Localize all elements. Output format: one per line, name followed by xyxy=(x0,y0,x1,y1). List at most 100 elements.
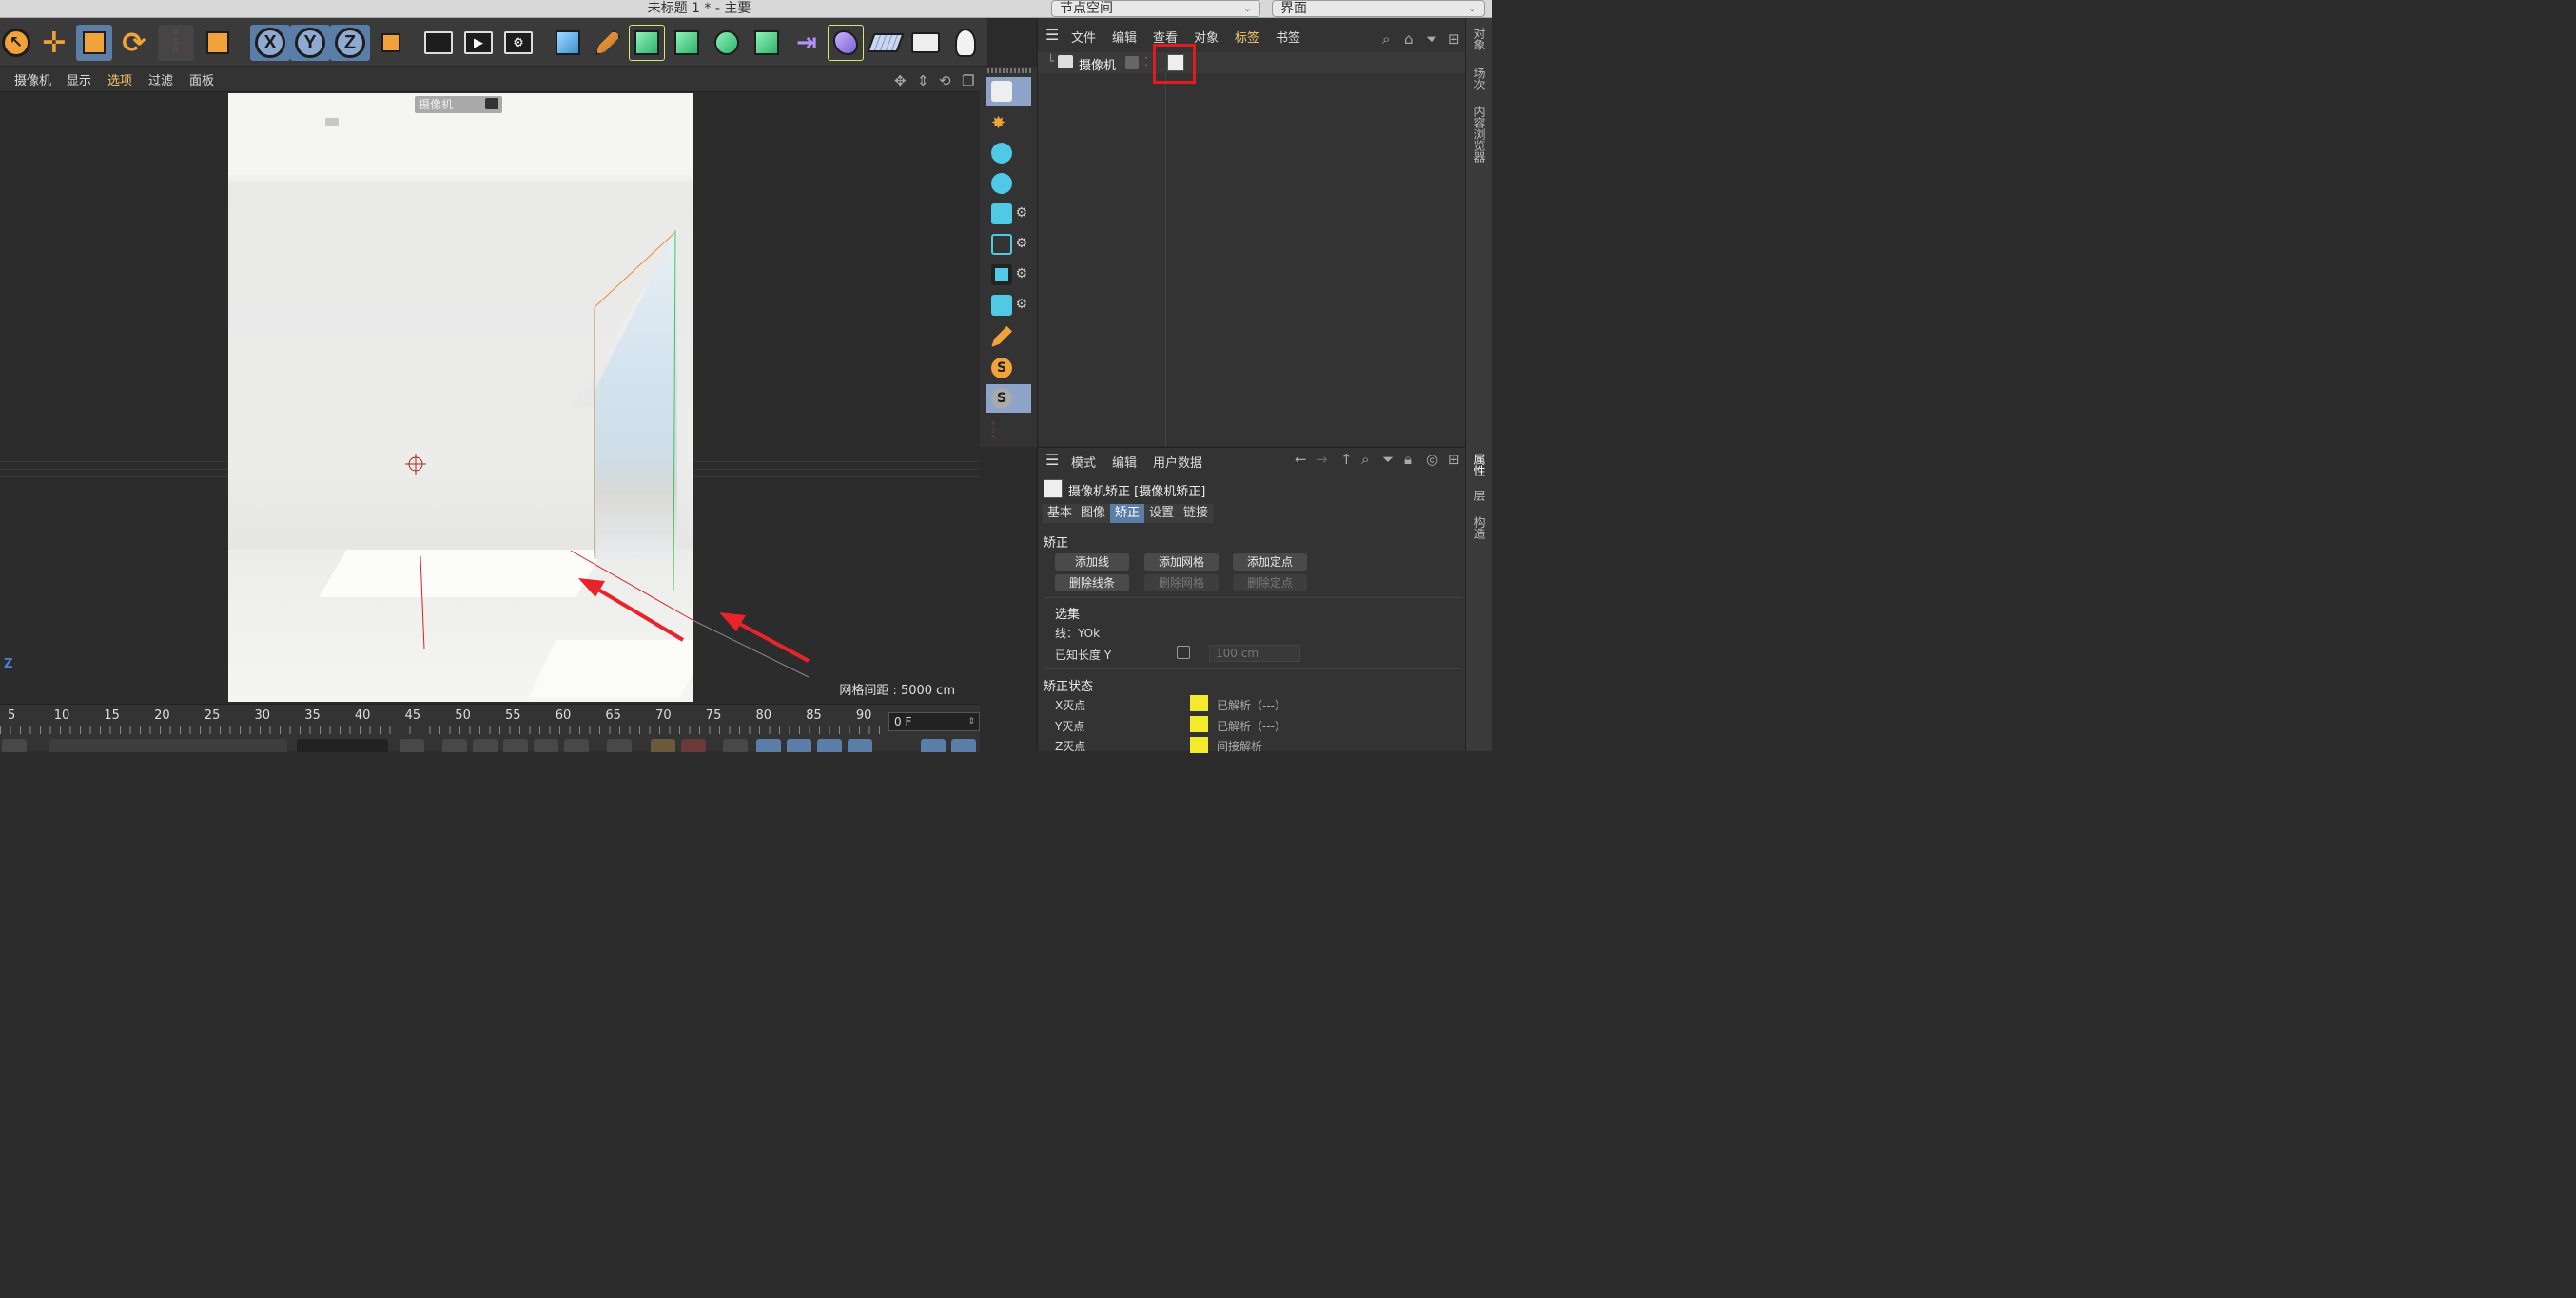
scale-tool-button[interactable] xyxy=(76,25,112,61)
edit-visibility-icon[interactable] xyxy=(1125,56,1139,69)
next-frame-button[interactable] xyxy=(534,739,558,752)
add-grid-button[interactable]: 添加网格 xyxy=(1144,553,1219,571)
edge-tab-layers[interactable]: 层 xyxy=(1472,490,1488,501)
known-length-checkbox[interactable] xyxy=(1177,646,1190,659)
vstrip-s-button[interactable]: S xyxy=(986,354,1031,382)
tab-basic[interactable]: 基本 xyxy=(1043,504,1078,523)
vstrip-symmetry-button[interactable]: ⚙ xyxy=(986,261,1031,289)
filter-icon[interactable]: ⏷ xyxy=(1426,30,1437,48)
search-icon[interactable]: ⌕ xyxy=(1382,30,1390,48)
range-start-field[interactable] xyxy=(2,739,27,752)
range-end-field[interactable] xyxy=(297,739,388,752)
render-picture-viewer-button[interactable]: ▶ xyxy=(460,25,497,61)
edge-tab-construction[interactable]: 构造 xyxy=(1472,516,1488,539)
om-menu-edit[interactable]: 编辑 xyxy=(1112,28,1137,46)
am-menu-edit[interactable]: 编辑 xyxy=(1112,453,1137,471)
hamburger-menu-icon[interactable]: ☰ xyxy=(1045,451,1059,469)
next-key-button[interactable] xyxy=(564,739,589,752)
edge-tab-attributes[interactable]: 属性 xyxy=(1472,454,1488,476)
menu-camera[interactable]: 摄像机 xyxy=(14,70,51,88)
floor-button[interactable] xyxy=(867,25,905,61)
vstrip-paint-button[interactable] xyxy=(986,322,1031,351)
delete-grid-button[interactable]: 删除网格 xyxy=(1144,574,1219,591)
edge-tab-content-browser[interactable]: 内容浏览器 xyxy=(1472,106,1488,163)
known-length-input[interactable]: 100 cm xyxy=(1209,645,1300,662)
hamburger-menu-icon[interactable]: ☰ xyxy=(1045,26,1059,44)
filter-icon[interactable]: ⏷ xyxy=(1382,451,1394,468)
red-vertical-line[interactable] xyxy=(420,555,425,650)
record-button[interactable] xyxy=(651,739,675,752)
vstrip-connect-button[interactable]: ⚙ xyxy=(986,230,1031,259)
subdivision-button[interactable] xyxy=(629,25,665,61)
node-space-select[interactable]: 节点空间 ⌄ xyxy=(1051,0,1260,17)
timeline[interactable]: 5 10 15 20 25 30 35 40 45 50 55 60 65 70 75 80 85 90 0 F … xyxy=(0,704,980,752)
position-key-button[interactable] xyxy=(756,739,781,752)
search-icon[interactable]: ⌕ xyxy=(1361,451,1369,468)
tab-calibrate[interactable]: 矫正 xyxy=(1110,504,1145,523)
go-to-end-button[interactable] xyxy=(607,739,632,752)
light-button[interactable] xyxy=(947,25,984,61)
rotation-key-button[interactable] xyxy=(817,739,842,752)
z-axis-button[interactable]: Z xyxy=(330,25,370,61)
om-menu-file[interactable]: 文件 xyxy=(1071,28,1096,46)
target-icon[interactable]: ◎ xyxy=(1426,451,1438,468)
up-arrow-icon[interactable]: ↑ xyxy=(1340,451,1353,468)
tab-settings[interactable]: 设置 xyxy=(1144,504,1180,523)
object-row-camera[interactable]: └ 摄像机 ⁚ xyxy=(1038,52,1466,73)
menu-filter[interactable]: 过滤 xyxy=(148,70,173,88)
stepper-icon[interactable]: ⇕ xyxy=(967,713,975,730)
back-arrow-icon[interactable]: ← xyxy=(1295,451,1307,468)
om-menu-tags[interactable]: 标签 xyxy=(1235,28,1259,46)
vstrip-download-button[interactable] xyxy=(986,77,1031,106)
delete-point-button[interactable]: 删除定点 xyxy=(1233,574,1307,591)
tab-link[interactable]: 链接 xyxy=(1179,504,1214,523)
menu-display[interactable]: 显示 xyxy=(67,70,91,88)
cloner-button[interactable] xyxy=(709,25,745,61)
vstrip-boole2-button[interactable] xyxy=(986,169,1031,198)
y-axis-button[interactable]: Y xyxy=(290,25,330,61)
prev-key-button[interactable] xyxy=(442,739,467,752)
render-settings-button[interactable]: ⚙ xyxy=(500,25,537,61)
cube-button[interactable] xyxy=(550,25,586,61)
timeline-layout-button[interactable] xyxy=(951,739,976,752)
visibility-dots-icon[interactable]: ⁚ xyxy=(1144,55,1148,68)
move-tool-button[interactable]: ✛ xyxy=(36,25,72,61)
delete-line-button[interactable]: 删除线条 xyxy=(1055,574,1129,591)
autokey-button[interactable] xyxy=(681,739,706,752)
vstrip-boole-button[interactable] xyxy=(986,139,1031,167)
add-line-button[interactable]: 添加线 xyxy=(1055,553,1129,571)
current-frame-field[interactable]: 0 F ⇕ xyxy=(888,712,980,731)
menu-options[interactable]: 选项 xyxy=(107,70,132,88)
go-to-start-button[interactable] xyxy=(400,739,424,752)
object-name[interactable]: 摄像机 xyxy=(1079,55,1116,73)
edge-tab-takes[interactable]: 场次 xyxy=(1472,68,1488,90)
deformer-button[interactable]: ⇥ xyxy=(789,25,825,61)
edge-tab-objects[interactable]: 对象 xyxy=(1472,28,1488,50)
menu-panel[interactable]: 面板 xyxy=(189,70,214,88)
render-view-button[interactable] xyxy=(420,25,457,61)
pen-button[interactable] xyxy=(590,25,626,61)
psr-button[interactable]: PSR xyxy=(158,25,194,61)
rotate-tool-button[interactable]: ⟳ xyxy=(116,25,152,61)
viewport[interactable]: 摄像机 网格间距 : 5000 cm Z xyxy=(0,92,980,704)
am-menu-userdata[interactable]: 用户数据 xyxy=(1153,453,1202,471)
strip-grip[interactable] xyxy=(987,68,1031,73)
am-menu-mode[interactable]: 模式 xyxy=(1071,453,1096,471)
om-menu-bookmarks[interactable]: 书签 xyxy=(1276,28,1300,46)
dolly-icon[interactable]: ⇕ xyxy=(917,72,929,89)
parameter-key-button[interactable] xyxy=(848,739,872,752)
x-axis-button[interactable]: X xyxy=(250,25,290,61)
layout-select[interactable]: 界面 ⌄ xyxy=(1272,0,1485,17)
forward-arrow-icon[interactable]: → xyxy=(1316,451,1328,468)
tab-image[interactable]: 图像 xyxy=(1076,504,1111,523)
vstrip-snap-button[interactable]: ✸ xyxy=(986,108,1031,137)
new-window-icon[interactable]: ⊞ xyxy=(1448,30,1460,48)
add-point-button[interactable]: 添加定点 xyxy=(1233,553,1307,571)
select-tool-button[interactable]: ↖ xyxy=(0,25,34,61)
preview-range-slider[interactable] xyxy=(49,739,287,752)
mograph-button[interactable] xyxy=(749,25,785,61)
extrude-button[interactable] xyxy=(669,25,705,61)
keyframe-selection-button[interactable] xyxy=(723,739,748,752)
transform-button[interactable] xyxy=(200,25,236,61)
prev-frame-button[interactable] xyxy=(473,739,498,752)
